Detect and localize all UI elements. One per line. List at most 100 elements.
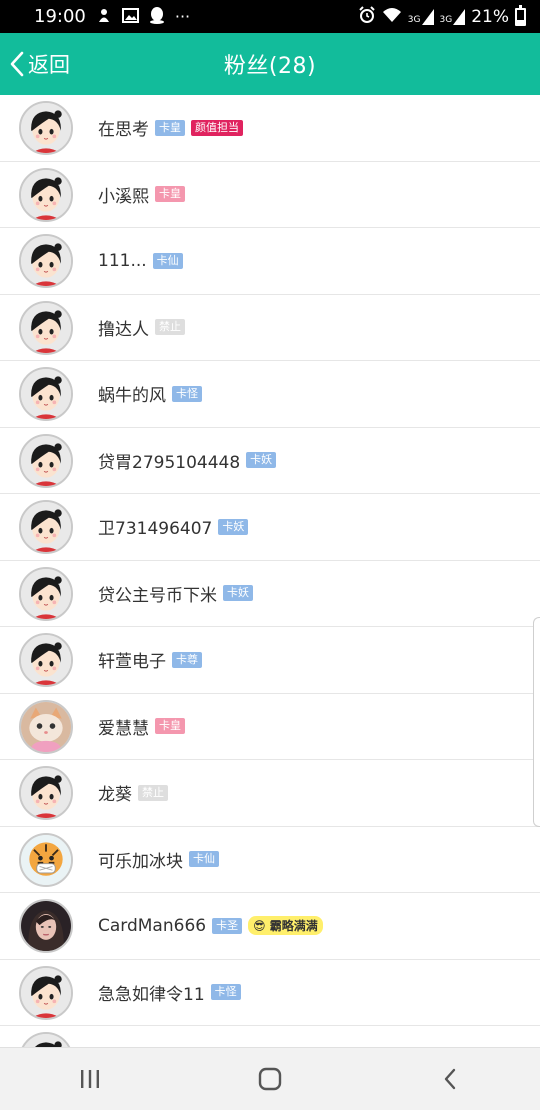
fan-name: 可乐加冰块 bbox=[98, 851, 183, 872]
fan-row[interactable]: 撸达人 禁止 bbox=[0, 295, 540, 361]
fan-name: 小溪熙 bbox=[98, 186, 149, 207]
level-badge: 卡怪 bbox=[172, 385, 202, 402]
page-title: 粉丝(28) bbox=[223, 54, 317, 79]
level-badge: 卡怪 bbox=[210, 984, 241, 1001]
back-button[interactable]: 返回 bbox=[10, 33, 70, 95]
status-bar: 19:00 ··· 3G 3G 21% bbox=[0, 0, 540, 33]
edge-panel-handle[interactable] bbox=[533, 617, 540, 827]
fan-row[interactable]: 可乐加冰块 卡仙 bbox=[0, 827, 540, 893]
avatar[interactable] bbox=[19, 965, 73, 1020]
fans-list[interactable]: 在思考 卡皇 颜值担当 小溪熙 卡皇 111... 卡仙 撸达人 禁止 蜗牛的风 卡怪 贷胃27951… bbox=[0, 95, 540, 1047]
fan-name: 急急如律令11 bbox=[98, 984, 205, 1005]
fan-info: 111... 卡仙 bbox=[98, 251, 183, 271]
signal-3g-icon: 3G bbox=[439, 8, 466, 25]
level-badge: 卡妖 bbox=[223, 585, 253, 602]
system-nav-bar bbox=[0, 1047, 540, 1110]
avatar[interactable] bbox=[19, 367, 73, 421]
level-badge: 卡仙 bbox=[189, 851, 219, 868]
alarm-icon bbox=[358, 6, 376, 27]
avatar[interactable] bbox=[19, 832, 73, 887]
back-icon bbox=[444, 1068, 456, 1090]
battery-icon bbox=[515, 4, 526, 26]
fan-row[interactable]: 轩萱电子 卡尊 bbox=[0, 627, 540, 694]
avatar[interactable] bbox=[19, 234, 73, 288]
fan-row[interactable]: CardMan666 卡圣 😎 霸略满满 bbox=[0, 893, 540, 960]
avatar[interactable] bbox=[19, 699, 73, 754]
fan-info: 急急如律令11 卡怪 bbox=[98, 980, 241, 1005]
level-badge: 卡圣 bbox=[212, 917, 243, 934]
avatar[interactable] bbox=[19, 167, 73, 222]
fan-info: 卫731496407 卡妖 bbox=[98, 514, 249, 540]
fan-name: 在思考 bbox=[98, 120, 149, 141]
home-icon bbox=[258, 1067, 282, 1091]
level-badge: 卡妖 bbox=[218, 518, 249, 535]
level-badge: 卡皇 bbox=[155, 186, 185, 203]
fan-row[interactable] bbox=[0, 1026, 540, 1047]
signal-label: 3G bbox=[407, 14, 421, 25]
fan-info: 蜗牛的风 卡怪 bbox=[98, 381, 202, 406]
fan-name: 轩萱电子 bbox=[98, 652, 166, 673]
avatar[interactable] bbox=[19, 1032, 73, 1047]
level-badge: 卡皇 bbox=[155, 119, 185, 136]
fan-info: 可乐加冰块 卡仙 bbox=[98, 847, 219, 872]
avatar[interactable] bbox=[19, 899, 73, 953]
fan-info: 龙葵 禁止 bbox=[98, 780, 168, 805]
fan-name: 撸达人 bbox=[98, 319, 149, 340]
gallery-icon bbox=[121, 7, 139, 26]
level-badge: 颜值担当 bbox=[191, 119, 243, 136]
fan-name: 贷公主号币下米 bbox=[98, 585, 217, 606]
avatar[interactable] bbox=[19, 300, 73, 355]
avatar[interactable] bbox=[19, 101, 73, 155]
level-badge: 卡仙 bbox=[152, 252, 183, 269]
recent-apps-button[interactable] bbox=[50, 1054, 130, 1104]
fan-name: 爱慧慧 bbox=[98, 718, 149, 739]
avatar[interactable] bbox=[19, 433, 73, 488]
chevron-left-icon bbox=[10, 51, 24, 77]
sticker-badge: 😎 霸略满满 bbox=[248, 916, 323, 936]
fan-row[interactable]: 111... 卡仙 bbox=[0, 228, 540, 295]
home-button[interactable] bbox=[230, 1054, 310, 1104]
fan-info: 轩萱电子 卡尊 bbox=[98, 647, 202, 672]
fan-info: 小溪熙 卡皇 bbox=[98, 182, 185, 207]
avatar[interactable] bbox=[19, 566, 73, 621]
fan-row[interactable]: 急急如律令11 卡怪 bbox=[0, 960, 540, 1026]
fan-name: 卫731496407 bbox=[98, 519, 213, 540]
more-dots-icon: ··· bbox=[174, 6, 191, 26]
fan-row[interactable]: 卫731496407 卡妖 bbox=[0, 494, 540, 561]
recent-apps-icon bbox=[81, 1070, 99, 1088]
fan-info: 撸达人 禁止 bbox=[98, 315, 185, 340]
level-badge: 禁止 bbox=[155, 319, 185, 336]
level-badge: 禁止 bbox=[138, 784, 168, 801]
app-header: 返回 粉丝(28) bbox=[0, 33, 540, 95]
level-badge: 卡尊 bbox=[172, 651, 202, 668]
fan-info: 在思考 卡皇 颜值担当 bbox=[98, 115, 243, 140]
fan-row[interactable]: 贷公主号币下米 卡妖 bbox=[0, 561, 540, 627]
fan-row[interactable]: 蜗牛的风 卡怪 bbox=[0, 361, 540, 428]
fan-row[interactable]: 小溪熙 卡皇 bbox=[0, 162, 540, 228]
avatar[interactable] bbox=[19, 633, 73, 687]
fan-name: 蜗牛的风 bbox=[98, 386, 166, 407]
level-badge: 卡妖 bbox=[246, 452, 277, 469]
fan-name: 龙葵 bbox=[98, 785, 132, 806]
fan-name: 贷胃2795104448 bbox=[98, 452, 241, 473]
fan-info: CardMan666 卡圣 😎 霸略满满 bbox=[98, 916, 323, 936]
wifi-icon bbox=[382, 7, 402, 26]
signal-3g-icon: 3G bbox=[407, 8, 434, 25]
level-badge: 卡皇 bbox=[155, 718, 185, 735]
fan-name: 111... bbox=[98, 250, 147, 271]
qq-icon bbox=[149, 6, 165, 27]
fan-row[interactable]: 在思考 卡皇 颜值担当 bbox=[0, 95, 540, 162]
fan-name: CardMan666 bbox=[98, 915, 207, 936]
signal-label: 3G bbox=[439, 14, 453, 25]
fan-info: 爱慧慧 卡皇 bbox=[98, 714, 185, 739]
fan-row[interactable]: 爱慧慧 卡皇 bbox=[0, 694, 540, 760]
avatar[interactable] bbox=[19, 766, 73, 820]
status-time: 19:00 bbox=[34, 6, 86, 27]
avatar[interactable] bbox=[19, 500, 73, 554]
fan-row[interactable]: 龙葵 禁止 bbox=[0, 760, 540, 827]
fan-row[interactable]: 贷胃2795104448 卡妖 bbox=[0, 428, 540, 494]
fan-info: 贷胃2795104448 卡妖 bbox=[98, 448, 277, 473]
battery-percent: 21% bbox=[471, 6, 509, 27]
nav-back-button[interactable] bbox=[410, 1054, 490, 1104]
back-label: 返回 bbox=[28, 53, 70, 77]
